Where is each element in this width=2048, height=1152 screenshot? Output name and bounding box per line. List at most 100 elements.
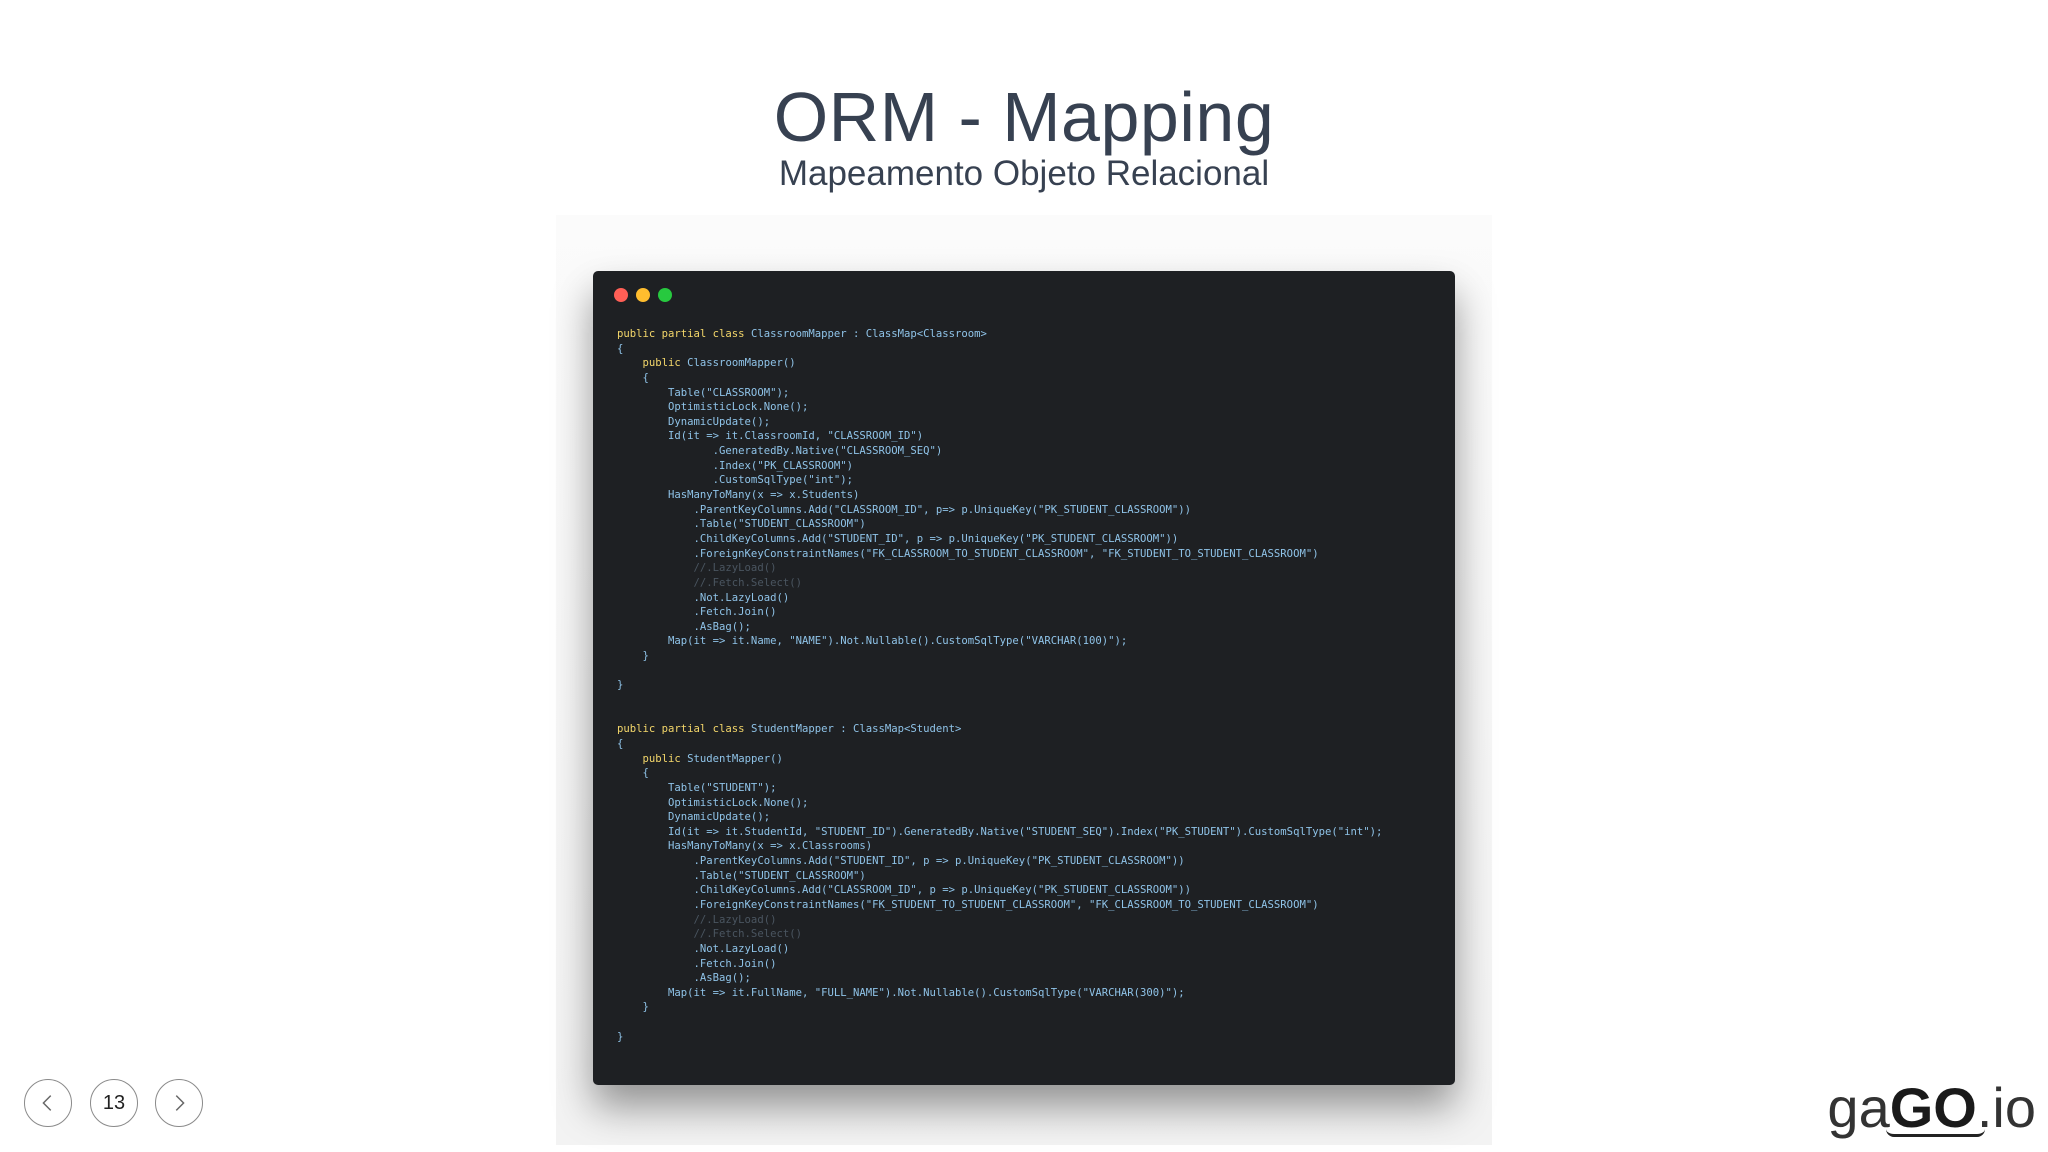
code-line: { [617,342,1382,357]
code-text: .ParentKeyColumns.Add("CLASSROOM_ID", p=… [617,503,1192,516]
code-line: .ChildKeyColumns.Add("STUDENT_ID", p => … [617,532,1382,547]
code-line: Id(it => it.ClassroomId, "CLASSROOM_ID") [617,429,1382,444]
code-line: { [617,371,1382,386]
code-line: .Not.LazyLoad() [617,942,1382,957]
code-text: } [617,679,624,692]
code-line: } [617,1000,1382,1015]
code-line: Map(it => it.FullName, "FULL_NAME").Not.… [617,986,1382,1001]
chevron-left-icon [42,1095,52,1111]
code-text: OptimisticLock.None(); [617,796,809,809]
code-text: } [617,650,649,663]
code-block: public partial class ClassroomMapper : C… [617,327,1382,1044]
code-line: HasManyToMany(x => x.Classrooms) [617,839,1382,854]
code-comment: //.Fetch.Select() [617,576,802,589]
slide-subtitle: Mapeamento Objeto Relacional [778,154,1270,193]
code-text: .ChildKeyColumns.Add("STUDENT_ID", p => … [617,532,1179,545]
prev-slide-button[interactable] [24,1079,72,1127]
code-line: .Fetch.Join() [617,957,1382,972]
code-text: .Fetch.Join() [617,606,777,619]
maximize-dot-icon [658,288,672,302]
code-text: .Not.LazyLoad() [617,591,790,604]
code-keyword: public [642,752,688,765]
code-text: { [617,342,624,355]
code-line: .AsBag(); [617,971,1382,986]
code-line: public ClassroomMapper() [617,356,1382,371]
code-line: HasManyToMany(x => x.Students) [617,488,1382,503]
code-text: { [617,371,649,384]
code-line: .GeneratedBy.Native("CLASSROOM_SEQ") [617,444,1382,459]
code-text: { [617,767,649,780]
code-line: .ParentKeyColumns.Add("CLASSROOM_ID", p=… [617,503,1382,518]
code-text: .Index("PK_CLASSROOM") [617,459,853,472]
code-line: .Index("PK_CLASSROOM") [617,459,1382,474]
code-text: } [617,1030,624,1043]
code-text: HasManyToMany(x => x.Students) [617,489,860,502]
code-line: Id(it => it.StudentId, "STUDENT_ID").Gen… [617,825,1382,840]
code-text: DynamicUpdate(); [617,415,771,428]
code-line: .Table("STUDENT_CLASSROOM") [617,869,1382,884]
code-line: //.LazyLoad() [617,561,1382,576]
code-text: .Table("STUDENT_CLASSROOM") [617,869,866,882]
code-keyword: public partial class [617,328,751,340]
chevron-right-icon [175,1095,185,1111]
code-text: Map(it => it.Name, "NAME").Not.Nullable(… [617,635,1128,648]
code-line: //.Fetch.Select() [617,576,1382,591]
code-text: Id(it => it.StudentId, "STUDENT_ID").Gen… [617,825,1383,838]
code-line: } [617,649,1382,664]
code-text: Map(it => it.FullName, "FULL_NAME").Not.… [617,986,1185,999]
code-line: .ChildKeyColumns.Add("CLASSROOM_ID", p =… [617,883,1382,898]
code-text: ClassroomMapper() [687,357,796,370]
code-line: //.LazyLoad() [617,913,1382,928]
next-slide-button[interactable] [155,1079,203,1127]
logo-prefix: ga [1827,1076,1890,1139]
code-comment: //.LazyLoad() [617,913,777,926]
code-text: .AsBag(); [617,972,751,985]
logo-highlight: GO [1889,1076,1977,1139]
code-keyword: public [642,357,688,370]
code-text: .ForeignKeyConstraintNames("FK_CLASSROOM… [617,547,1319,560]
code-line: .ForeignKeyConstraintNames("FK_STUDENT_T… [617,898,1382,913]
code-line: public partial class StudentMapper : Cla… [617,722,1382,737]
code-line: public StudentMapper() [617,752,1382,767]
close-dot-icon [614,288,628,302]
code-text: { [617,737,624,750]
minimize-dot-icon [636,288,650,302]
code-line: OptimisticLock.None(); [617,796,1382,811]
code-line: .ForeignKeyConstraintNames("FK_CLASSROOM… [617,547,1382,562]
code-comment: //.LazyLoad() [617,562,777,575]
code-text: .Table("STUDENT_CLASSROOM") [617,518,866,531]
code-text: HasManyToMany(x => x.Classrooms) [617,840,873,853]
code-line: .Table("STUDENT_CLASSROOM") [617,517,1382,532]
code-line: public partial class ClassroomMapper : C… [617,327,1382,342]
code-line: Table("STUDENT"); [617,781,1382,796]
code-text: .GeneratedBy.Native("CLASSROOM_SEQ") [617,445,943,458]
code-text: StudentMapper() [687,752,783,765]
code-line: } [617,678,1382,693]
code-text: DynamicUpdate(); [617,811,771,824]
code-text: Id(it => it.ClassroomId, "CLASSROOM_ID") [617,430,924,443]
code-comment: //.Fetch.Select() [617,928,802,941]
code-text: .ChildKeyColumns.Add("CLASSROOM_ID", p =… [617,884,1192,897]
window-controls [614,288,672,302]
code-text: OptimisticLock.None(); [617,401,809,414]
code-line: .AsBag(); [617,620,1382,635]
code-line: DynamicUpdate(); [617,415,1382,430]
code-line: { [617,766,1382,781]
code-line: DynamicUpdate(); [617,810,1382,825]
code-text: .ParentKeyColumns.Add("STUDENT_ID", p =>… [617,855,1185,868]
page-number: 13 [102,1091,126,1114]
code-line: .ParentKeyColumns.Add("STUDENT_ID", p =>… [617,854,1382,869]
code-text: Table("STUDENT"); [617,781,777,794]
logo-suffix: .io [1976,1076,2036,1139]
code-line: OptimisticLock.None(); [617,400,1382,415]
code-line: { [617,737,1382,752]
code-text: .ForeignKeyConstraintNames("FK_STUDENT_T… [617,898,1319,911]
code-text: .Fetch.Join() [617,957,777,970]
code-line: Table("CLASSROOM"); [617,386,1382,401]
code-line: } [617,1030,1382,1045]
code-text: .CustomSqlType("int"); [617,474,853,487]
